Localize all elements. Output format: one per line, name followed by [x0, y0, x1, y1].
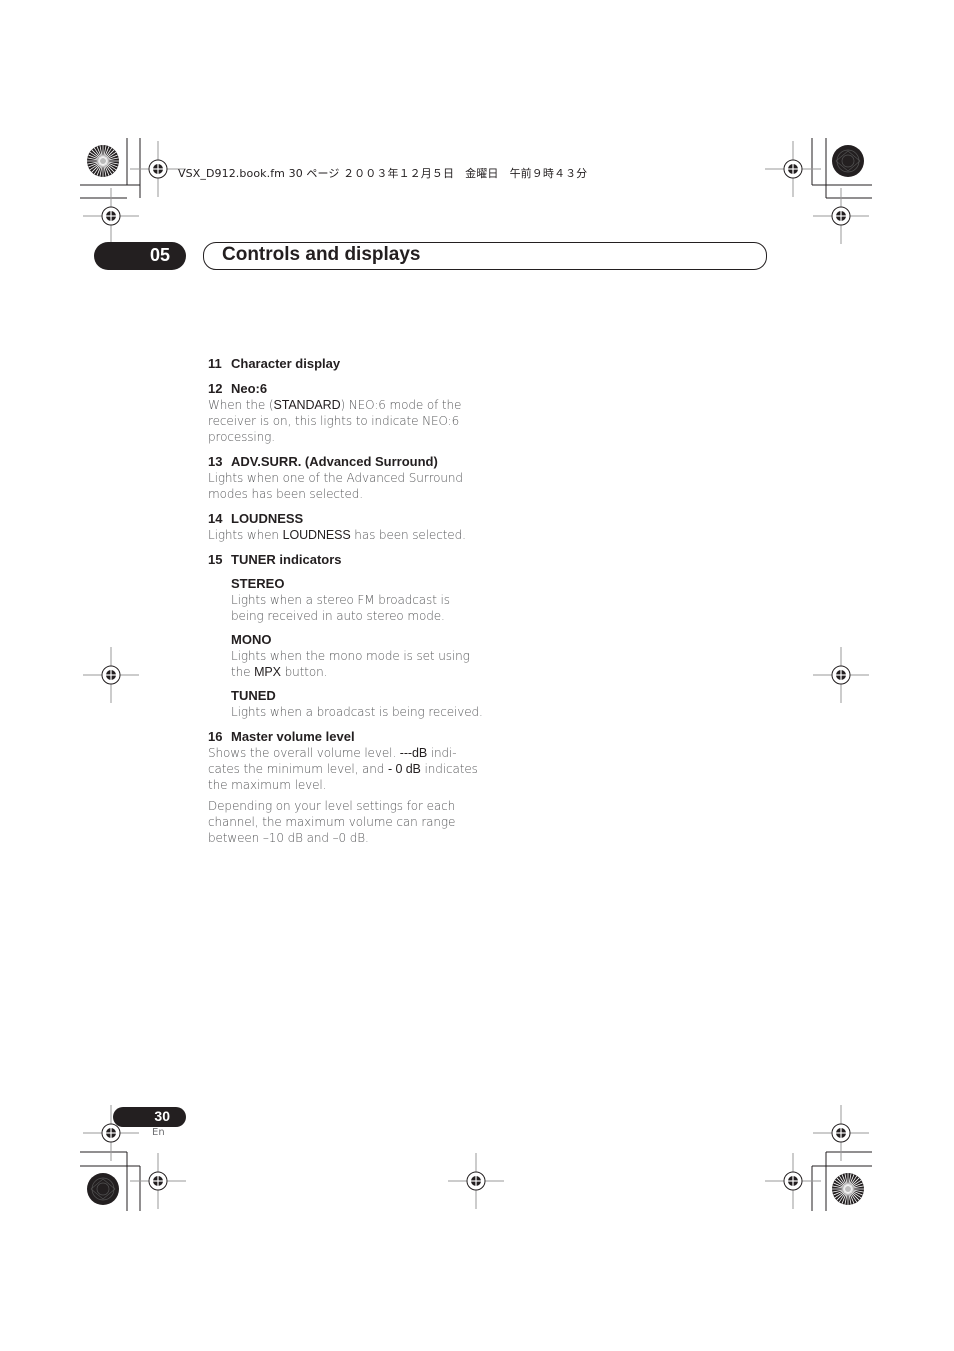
registration-mark-icon	[82, 187, 140, 245]
subitem-mono: MONO Lights when the mono mode is set us…	[231, 632, 483, 680]
content-column: 11 Character display 12 Neo:6 When the (ST…	[208, 356, 483, 855]
subitem-title: STEREO	[231, 576, 285, 591]
text-run: has been selected.	[350, 528, 466, 542]
item-heading: 12 Neo:6	[208, 381, 483, 397]
page-number: 30	[154, 1108, 170, 1124]
registration-mark-icon	[812, 646, 870, 704]
item-number: 11	[208, 356, 222, 371]
item-title: Neo:6	[231, 381, 268, 396]
subitem-stereo: STEREO Lights when a stereo FM broadcast…	[231, 576, 483, 624]
item-title: TUNER indicators	[231, 552, 342, 567]
item-16: 16 Master volume level Shows the overall …	[208, 729, 483, 846]
page-number-badge: 30	[113, 1107, 186, 1127]
item-description: Lights when one of the Advanced Surround…	[208, 470, 483, 502]
text-run: Depending on your level settings for eac…	[208, 799, 456, 845]
subitem-tuned: TUNED Lights when a broadcast is being r…	[231, 688, 483, 720]
item-description-note: Depending on your level settings for eac…	[208, 798, 483, 846]
page-language: En	[152, 1127, 165, 1138]
item-title: Character display	[231, 356, 341, 371]
text-run: When the (	[208, 398, 274, 412]
text-run: button.	[280, 665, 328, 679]
item-15: 15 TUNER indicators STEREO Lights when a …	[208, 552, 483, 720]
registration-mark-icon	[82, 646, 140, 704]
emphasis-text: - 0 dB	[388, 762, 421, 776]
item-number: 16	[208, 729, 223, 744]
emphasis-text: MPX	[254, 665, 281, 679]
color-target-icon	[831, 144, 865, 178]
item-number: 15	[208, 552, 223, 567]
item-description: Shows the overall volume level. ---dB in…	[208, 745, 483, 793]
subitem-title: TUNED	[231, 688, 276, 703]
color-target-icon	[86, 1172, 120, 1206]
page-title: Controls and displays	[222, 244, 421, 265]
item-heading: 16 Master volume level	[208, 729, 483, 745]
registration-mark-icon	[447, 1152, 505, 1210]
registration-mark-icon	[812, 1104, 870, 1162]
registration-mark-icon	[812, 187, 870, 245]
item-number: 12	[208, 381, 223, 396]
emphasis-text: ---dB	[399, 746, 428, 760]
subitem-description: Lights when a stereo FM broadcast is bei…	[231, 592, 483, 624]
item-title: LOUDNESS	[231, 511, 304, 526]
subitem-description: Lights when the mono mode is set using t…	[231, 648, 483, 680]
item-12: 12 Neo:6 When the (STANDARD) NEO:6 mode o…	[208, 381, 483, 445]
chapter-title-box: Controls and displays	[203, 242, 767, 270]
text-run: Lights when a broadcast is being receive…	[231, 705, 483, 719]
item-heading: 14 LOUDNESS	[208, 511, 483, 527]
item-heading: 11 Character display	[208, 356, 483, 372]
emphasis-text: STANDARD	[273, 398, 341, 412]
text-run: Lights when a stereo FM broadcast is bei…	[231, 593, 450, 623]
text-run: Lights when one of the Advanced Surround…	[208, 471, 463, 501]
emphasis-text: LOUDNESS	[282, 528, 351, 542]
item-heading: 13 ADV.SURR. (Advanced Surround)	[208, 454, 483, 470]
item-number: 13	[208, 454, 223, 469]
item-14: 14 LOUDNESS Lights when LOUDNESS has been…	[208, 511, 483, 543]
subitem-title: MONO	[231, 632, 272, 647]
print-header: VSX_D912.book.fm 30 ページ ２００３年１２月５日 金曜日 午…	[178, 167, 588, 180]
item-description: Lights when LOUDNESS has been selected.	[208, 527, 483, 543]
item-13: 13 ADV.SURR. (Advanced Surround) Lights w…	[208, 454, 483, 502]
chapter-badge: 05	[94, 242, 186, 270]
registration-mark-icon	[764, 1152, 822, 1210]
subitem-description: Lights when a broadcast is being receive…	[231, 704, 483, 720]
color-target-icon	[86, 144, 120, 178]
text-run: Shows the overall volume level.	[208, 746, 400, 760]
item-11: 11 Character display	[208, 356, 483, 372]
item-heading: 15 TUNER indicators	[208, 552, 483, 568]
item-title: ADV.SURR. (Advanced Surround)	[231, 454, 438, 469]
color-target-icon	[831, 1172, 865, 1206]
chapter-number: 05	[149, 245, 170, 265]
text-run: Lights when	[208, 528, 283, 542]
registration-mark-icon	[764, 140, 822, 198]
registration-mark-icon	[129, 1152, 187, 1210]
item-title: Master volume level	[231, 729, 355, 744]
item-number: 14	[208, 511, 223, 526]
item-description: When the (STANDARD) NEO:6 mode of the re…	[208, 397, 483, 445]
